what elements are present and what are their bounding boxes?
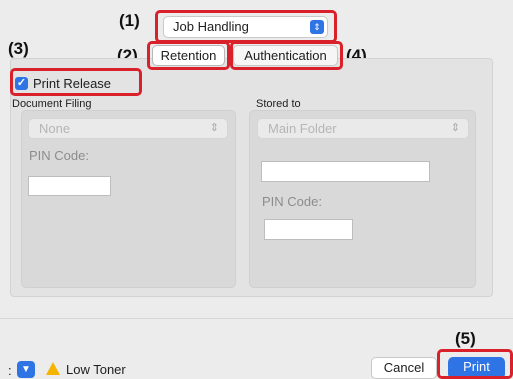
document-filing-pin-input[interactable]: [28, 176, 111, 196]
callout-5: (5): [455, 329, 476, 348]
highlight-box-3: [10, 68, 142, 96]
stored-to-pin-input[interactable]: [264, 219, 353, 240]
document-filing-pin-label: PIN Code:: [29, 148, 89, 163]
highlight-box-1: [155, 10, 337, 43]
cancel-button[interactable]: Cancel: [371, 357, 437, 379]
callout-3: (3): [8, 39, 29, 58]
stored-to-select-value: Main Folder: [268, 121, 337, 136]
chevron-updown-icon: ⇕: [209, 122, 219, 134]
highlight-box-4: [230, 41, 343, 70]
chevron-down-icon[interactable]: ▼: [17, 361, 35, 378]
highlight-box-5: [437, 349, 513, 379]
stored-to-select[interactable]: Main Folder ⇕: [257, 118, 469, 139]
document-filing-label: Document Filing: [12, 98, 92, 110]
warning-icon: [46, 362, 60, 375]
low-toner-text: Low Toner: [66, 362, 126, 377]
cancel-button-label: Cancel: [383, 360, 425, 375]
footer-left-glyph: :: [8, 363, 12, 378]
chevron-updown-icon: ⇕: [450, 122, 460, 134]
stored-to-name-input[interactable]: [261, 161, 430, 182]
stored-to-label: Stored to: [256, 98, 301, 110]
document-filing-select[interactable]: None ⇕: [28, 118, 228, 139]
stored-to-pin-label: PIN Code:: [262, 194, 322, 209]
document-filing-select-value: None: [39, 121, 71, 136]
footer-divider: [0, 318, 513, 319]
highlight-box-2: [147, 41, 230, 70]
callout-1: (1): [119, 11, 140, 30]
